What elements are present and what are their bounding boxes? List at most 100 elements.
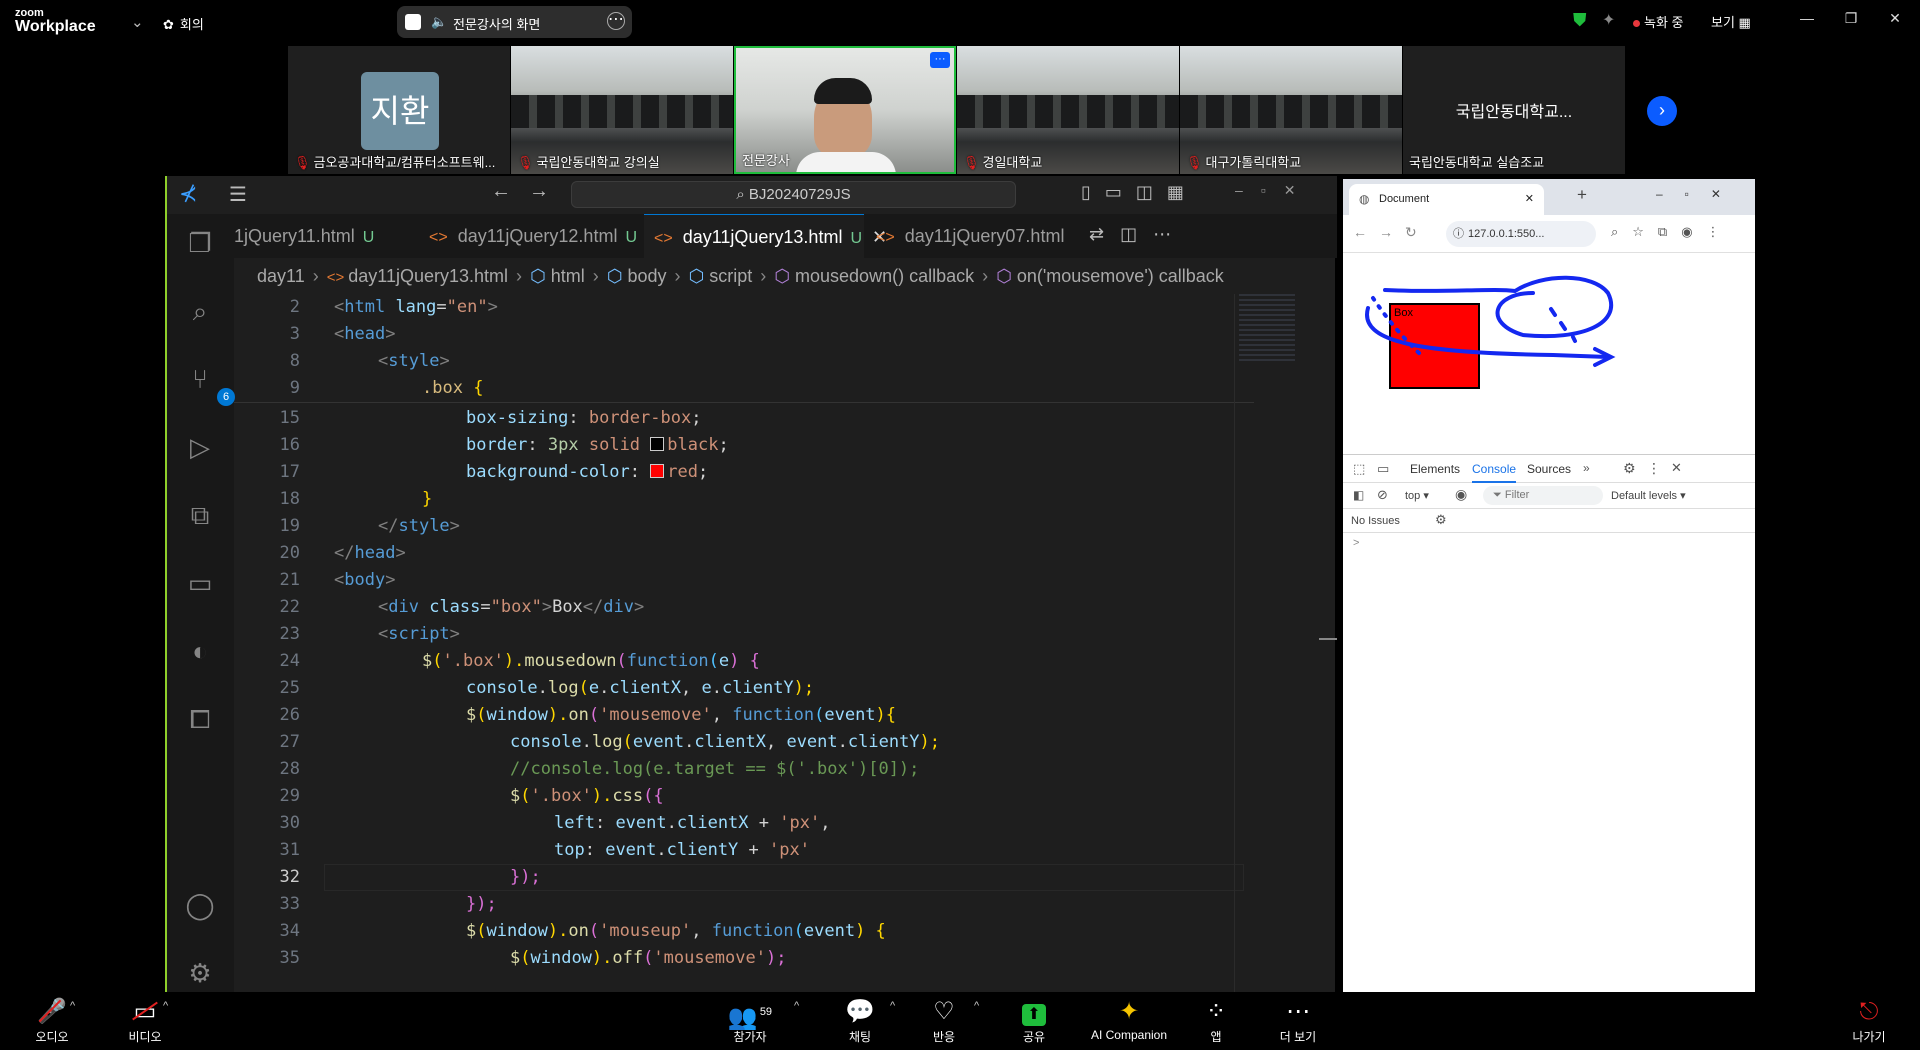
issues-bar: No Issues ⚙ (1343, 509, 1755, 533)
window-close-button[interactable]: ✕ (1885, 10, 1905, 30)
chat-button[interactable]: 💬 채팅 ^ (820, 996, 900, 1045)
editor-actions[interactable]: ⇄◫⋯ (1089, 224, 1187, 245)
ai-companion-button[interactable]: ✦ AI Companion (1082, 996, 1176, 1042)
chevron-up-icon[interactable]: ^ (794, 1000, 799, 1012)
meeting-menu[interactable]: ✿ 회의 (163, 14, 204, 33)
toolbar-icons[interactable]: ⌕☆⧉◉⋮ (1611, 224, 1734, 240)
line-number: 17 (279, 462, 300, 482)
apps-button[interactable]: ⁘ 앱 (1176, 996, 1256, 1045)
live-share-icon[interactable]: ◐ (181, 632, 219, 670)
participants-button[interactable]: 👥 59 참가자 ^ (710, 996, 799, 1045)
function-icon: ⬡ (774, 266, 790, 286)
page-viewport: Box (1343, 253, 1755, 454)
share-options-icon[interactable]: ⋯ (607, 12, 625, 30)
code-line: $(window).on('mousemove', function(event… (466, 705, 897, 725)
minimap[interactable] (1239, 294, 1295, 364)
gear-icon[interactable]: ⚙ (1435, 512, 1447, 528)
tab-sources[interactable]: Sources (1527, 455, 1571, 483)
participant-tile[interactable]: 지환 🎙 금오공과대학교/컴퓨터소프트웨... (288, 46, 510, 174)
tab-jquery13[interactable]: <> day11jQuery13.html U ✕ (644, 214, 887, 258)
breadcrumb[interactable]: day11 › <> day11jQuery13.html › ⬡ html › ⬡ body… (257, 266, 1224, 287)
tab-jquery07[interactable]: <> day11jQuery07.html (866, 214, 1071, 258)
sidebar-toggle-icon[interactable]: ◧ (1353, 488, 1364, 502)
tab-jquery11[interactable]: 1jQuery11.html U (224, 214, 399, 258)
audio-button[interactable]: 🎤 오디오 ^ (12, 996, 92, 1045)
layout-controls[interactable]: ▯▭◫▦ (1081, 182, 1198, 203)
tab-jquery12[interactable]: <> day11jQuery12.html U (419, 214, 645, 258)
screen-share-indicator[interactable]: 🔈 전문강사의 화면 ⋯ (397, 6, 632, 38)
chevron-up-icon[interactable]: ^ (163, 1000, 168, 1012)
participant-gallery: 지환 🎙 금오공과대학교/컴퓨터소프트웨... 🎙 국립안동대학교 강의실 ··· … (288, 46, 1677, 174)
chevron-down-icon[interactable]: ⌄ (131, 13, 144, 31)
close-icon[interactable]: ✕ (1671, 460, 1682, 476)
kebab-menu-icon[interactable]: ⋮ (1647, 460, 1661, 477)
forward-arrow-icon[interactable]: → (529, 180, 549, 203)
menu-icon[interactable]: ☰ (229, 182, 247, 207)
close-icon[interactable]: ✕ (1525, 184, 1534, 215)
chrome-window-controls[interactable]: –▫✕ (1656, 187, 1743, 201)
globe-icon: ◍ (1359, 192, 1370, 206)
console-toolbar: ◧ ⊘ top ▾ ◉ ⏷ Filter Default levels ▾ (1343, 483, 1755, 509)
console-prompt[interactable]: > (1353, 537, 1359, 549)
share-button[interactable]: ⬆ 공유 (994, 996, 1074, 1045)
more-tabs-icon[interactable]: » (1583, 461, 1590, 475)
new-tab-icon[interactable]: + (1577, 185, 1587, 205)
run-debug-icon[interactable]: ▷ (181, 428, 219, 466)
recording-status[interactable]: 녹화 중 (1633, 12, 1684, 31)
explorer-icon[interactable]: ❐ (181, 224, 219, 262)
tab-elements[interactable]: Elements (1410, 455, 1460, 483)
chevron-up-icon[interactable]: ^ (70, 1000, 75, 1012)
log-levels-select[interactable]: Default levels ▾ (1611, 489, 1686, 502)
video-button[interactable]: ▭ 비디오^ (105, 996, 185, 1045)
view-menu[interactable]: 보기 ▦ (1711, 12, 1751, 31)
scrollbar-thumb[interactable] (1319, 638, 1337, 640)
issues-count[interactable]: No Issues (1351, 515, 1400, 527)
security-shield-icon[interactable]: ⛊ (1573, 10, 1587, 31)
context-select[interactable]: top ▾ (1405, 489, 1429, 502)
filter-input[interactable]: ⏷ Filter (1483, 486, 1603, 505)
code-line: } (422, 489, 433, 509)
color-swatch-black[interactable] (650, 437, 665, 451)
clear-console-icon[interactable]: ⊘ (1377, 487, 1388, 503)
extensions-icon[interactable]: ⧉ (181, 496, 219, 534)
tile-menu-icon[interactable]: ··· (930, 52, 950, 68)
chrome-tab-document[interactable]: ◍ Document ✕ (1349, 184, 1544, 215)
participant-tile[interactable]: 🎙 국립안동대학교 강의실 (511, 46, 733, 174)
search-icon: ⌕ (736, 186, 749, 203)
gear-icon[interactable]: ⚙ (1623, 460, 1636, 477)
remote-explorer-icon[interactable]: ▭ (181, 564, 219, 602)
window-restore-button[interactable]: ❐ (1841, 10, 1861, 30)
reactions-button[interactable]: ♡ 반응 ^ (904, 996, 984, 1045)
chevron-up-icon[interactable]: ^ (890, 1000, 895, 1012)
leave-button[interactable]: ⎋ 나가기 (1829, 996, 1909, 1045)
back-arrow-icon[interactable]: ← (491, 180, 511, 203)
code-line: </style> (378, 516, 460, 536)
containers-icon[interactable]: ⧠ (181, 700, 219, 738)
line-number: 24 (279, 651, 300, 671)
eye-icon[interactable]: ◉ (1455, 486, 1467, 503)
gallery-next-button[interactable]: › (1647, 96, 1677, 126)
account-icon[interactable]: ◯ (181, 886, 219, 924)
participant-tile[interactable]: 🎙 대구가톨릭대학교 (1180, 46, 1402, 174)
participant-tile-active-speaker[interactable]: ··· 전문강사 (734, 46, 956, 174)
code-editor[interactable]: 2 3 8 9 15 16 17 18 19 20 21 22 23 24 25… (234, 294, 1254, 992)
participant-tile[interactable]: 국립안동대학교... 국립안동대학교 실습조교 (1403, 46, 1625, 174)
device-toggle-icon[interactable]: ▭ (1377, 461, 1389, 477)
sparkle-icon[interactable]: ✦ (1602, 10, 1615, 30)
color-swatch-red[interactable] (650, 464, 665, 478)
inspect-icon[interactable]: ⬚ (1353, 461, 1365, 477)
line-number: 29 (279, 786, 300, 806)
address-bar[interactable]: ⓘ 127.0.0.1:550... (1446, 221, 1596, 247)
gear-icon[interactable]: ⚙ (181, 954, 219, 992)
search-icon[interactable]: ⌕ (181, 292, 219, 330)
tab-console[interactable]: Console (1472, 455, 1517, 483)
source-control-icon[interactable]: ⑂ 6 (181, 360, 235, 406)
vscode-window-controls[interactable]: –▫✕ (1235, 182, 1313, 199)
command-center-search[interactable]: ⌕ BJ20240729JS (571, 181, 1016, 208)
window-minimize-button[interactable]: — (1797, 10, 1817, 30)
nav-buttons[interactable]: ←→↻ (1353, 224, 1429, 241)
more-button[interactable]: ⋯ 더 보기 (1258, 996, 1338, 1045)
participant-tile[interactable]: 🎙 경일대학교 (957, 46, 1179, 174)
mic-muted-icon: 🎙 (963, 155, 980, 170)
chevron-up-icon[interactable]: ^ (974, 1000, 979, 1012)
